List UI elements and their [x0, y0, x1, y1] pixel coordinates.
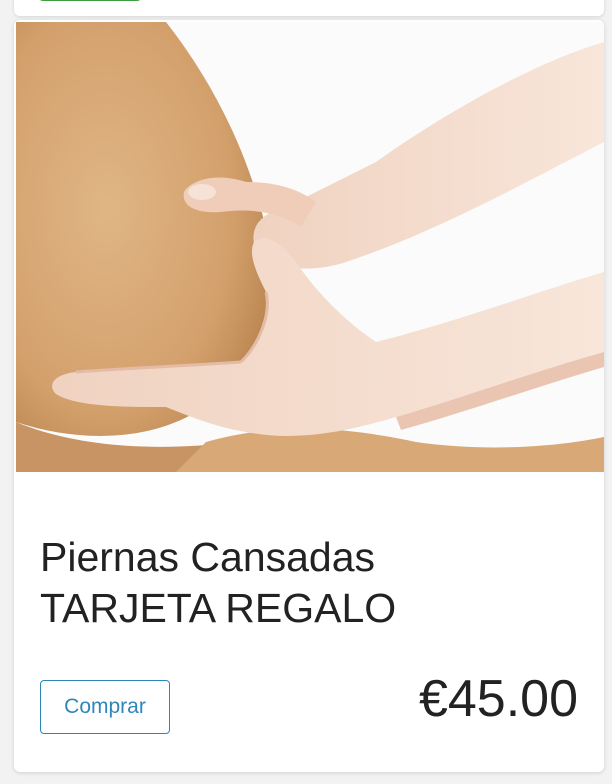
product-title-line1: Piernas Cansadas: [40, 534, 376, 580]
previous-product-card: [14, 0, 604, 16]
product-title: Piernas Cansadas TARJETA REGALO: [40, 532, 396, 634]
buy-button[interactable]: Comprar: [40, 680, 170, 734]
product-price: €45.00: [418, 670, 578, 728]
leg-massage-photo[interactable]: [16, 22, 604, 472]
previous-card-badge: [38, 0, 142, 1]
product-title-line2: TARJETA REGALO: [40, 585, 397, 631]
product-card: Piernas Cansadas TARJETA REGALO Comprar …: [14, 20, 604, 772]
